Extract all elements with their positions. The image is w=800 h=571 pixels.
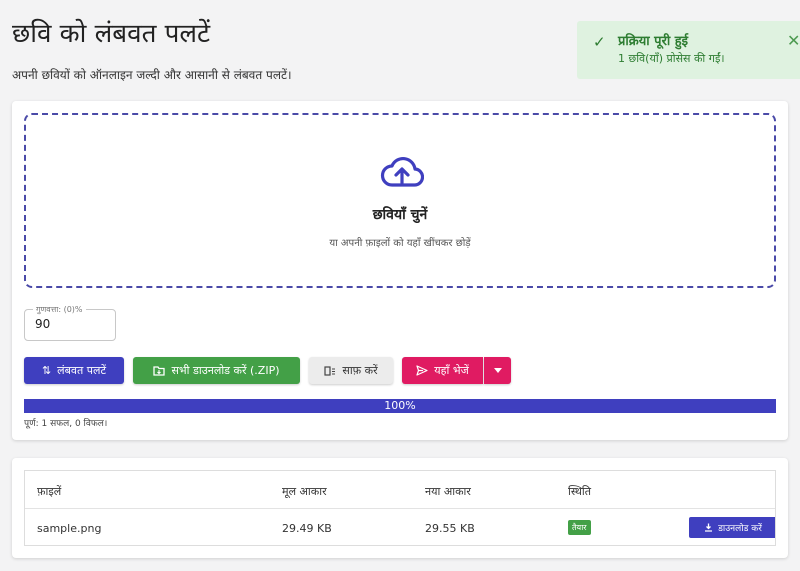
- cloud-upload-icon: [380, 156, 424, 187]
- original-size: 29.49 KB: [282, 522, 332, 535]
- flip-vertical-label: लंबवत पलटें: [57, 364, 107, 377]
- progress-bar: 100%: [24, 399, 776, 413]
- close-icon[interactable]: ✕: [787, 31, 800, 50]
- check-icon: ✓: [593, 33, 606, 51]
- folder-download-icon: [153, 366, 166, 376]
- download-icon: [705, 523, 713, 532]
- progress-label: 100%: [384, 399, 416, 412]
- quality-input[interactable]: [35, 317, 105, 331]
- toast-title: प्रक्रिया पूरी हुई: [618, 34, 689, 49]
- files-table: फ़ाइलें मूल आकार नया आकार स्थिति sample.…: [24, 470, 776, 546]
- toast-message: 1 छवि(याँ) प्रोसेस की गईं।: [618, 52, 725, 65]
- upload-card: छवियाँ चुनें या अपनी फ़ाइलों को यहाँ खीं…: [12, 101, 788, 440]
- flip-vertical-button[interactable]: ⇅ लंबवत पलटें: [24, 357, 124, 384]
- clear-icon: [324, 366, 336, 376]
- dropzone[interactable]: छवियाँ चुनें या अपनी फ़ाइलों को यहाँ खीं…: [24, 113, 776, 288]
- success-toast: ✓ प्रक्रिया पूरी हुई 1 छवि(याँ) प्रोसेस …: [577, 21, 800, 79]
- files-card: फ़ाइलें मूल आकार नया आकार स्थिति sample.…: [12, 458, 788, 558]
- send-icon: [416, 365, 428, 376]
- table-header-row: फ़ाइलें मूल आकार नया आकार स्थिति: [25, 471, 775, 509]
- header-status: स्थिति: [568, 485, 592, 498]
- header-original-size: मूल आकार: [282, 485, 327, 498]
- header-new-size: नया आकार: [425, 485, 471, 498]
- flip-vertical-icon: ⇅: [41, 364, 52, 377]
- header-files: फ़ाइलें: [37, 485, 62, 498]
- clear-button[interactable]: साफ़ करें: [309, 357, 393, 384]
- send-here-button[interactable]: यहाँ भेजें: [402, 357, 483, 384]
- download-button[interactable]: डाउनलोड करें: [689, 517, 775, 538]
- clear-label: साफ़ करें: [342, 364, 378, 377]
- page-subtitle: अपनी छवियों को ऑनलाइन जल्दी और आसानी से …: [12, 68, 292, 82]
- caret-down-icon: [493, 368, 502, 373]
- new-size: 29.55 KB: [425, 522, 475, 535]
- send-here-label: यहाँ भेजें: [434, 364, 469, 377]
- status-badge: तैयार: [568, 520, 591, 535]
- quality-label: गुणवत्ता: (0)%: [33, 304, 86, 315]
- download-zip-button[interactable]: सभी डाउनलोड करें (.ZIP): [133, 357, 300, 384]
- dropzone-hint: या अपनी फ़ाइलों को यहाँ खींचकर छोड़ें: [329, 238, 471, 249]
- table-row: sample.png 29.49 KB 29.55 KB तैयार डाउनल…: [25, 509, 775, 545]
- progress-summary: पूर्ण: 1 सफल, 0 विफल।: [24, 419, 108, 429]
- file-name: sample.png: [37, 522, 102, 535]
- quality-field[interactable]: गुणवत्ता: (0)%: [24, 304, 116, 341]
- download-label: डाउनलोड करें: [718, 524, 762, 534]
- download-zip-label: सभी डाउनलोड करें (.ZIP): [171, 364, 280, 377]
- send-dropdown-button[interactable]: [484, 357, 511, 384]
- dropzone-title: छवियाँ चुनें: [372, 207, 428, 223]
- page-title: छवि को लंबवत पलटें: [12, 19, 211, 49]
